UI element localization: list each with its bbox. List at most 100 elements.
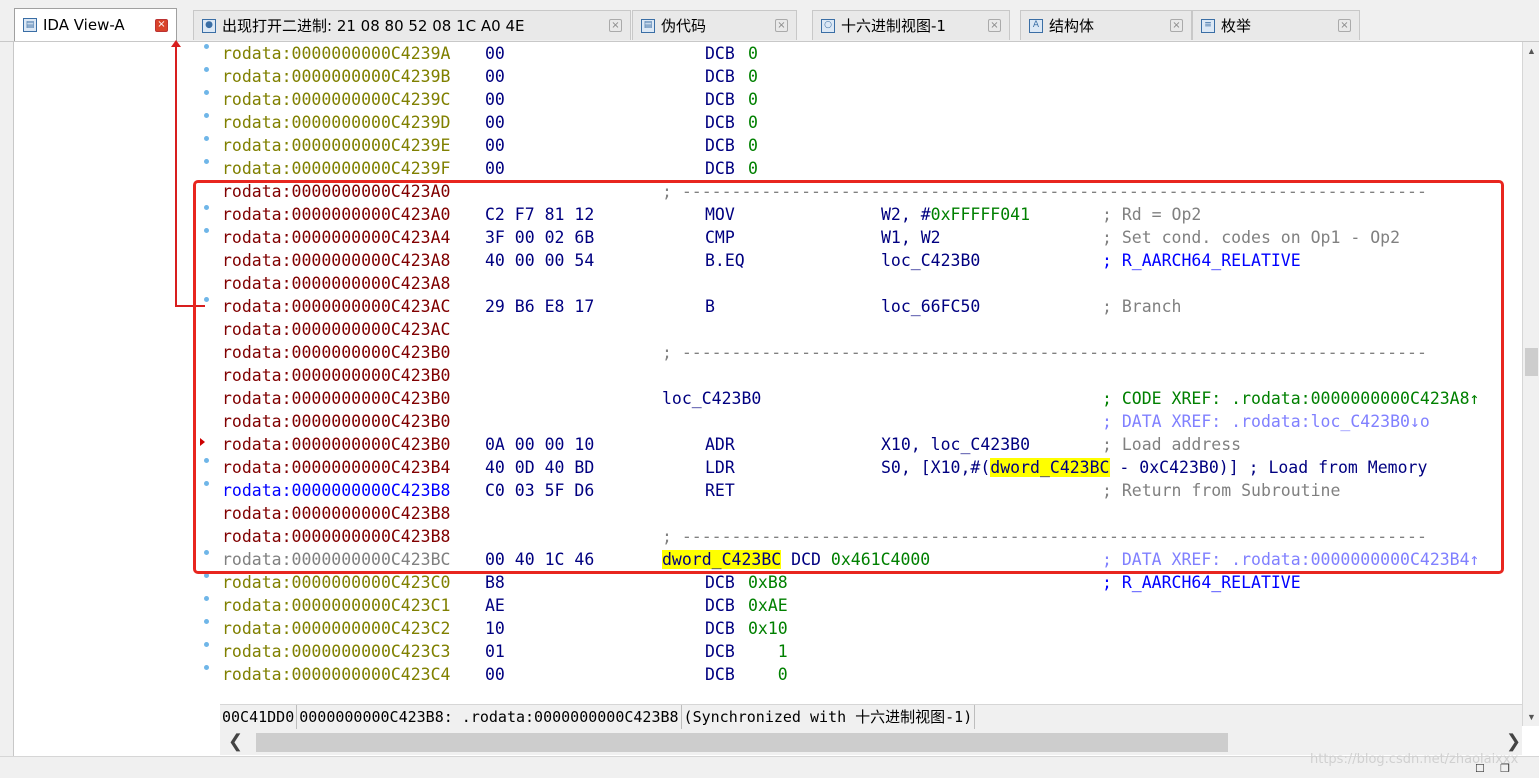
mnemonic: DCB — [705, 573, 735, 592]
listing-line[interactable]: rodata:0000000000C423A0 C2 F7 81 12 MOV W2,… — [220, 203, 1522, 226]
line-label[interactable]: loc_C423B0 — [662, 387, 761, 410]
listing-line[interactable]: rodata:0000000000C423A0 ; ---------------… — [220, 180, 1522, 203]
mnemonic: DCB — [705, 44, 735, 63]
breakpoint-dot-icon[interactable] — [204, 90, 209, 95]
close-icon[interactable]: × — [1170, 19, 1183, 32]
breakpoint-dot-icon[interactable] — [204, 665, 209, 670]
line-address: rodata:0000000000C423A0 — [222, 205, 451, 224]
tab-4[interactable]: A 结构体 × — [1020, 10, 1192, 40]
hex-view-icon: ○ — [821, 18, 835, 33]
breakpoint-dot-icon[interactable] — [204, 113, 209, 118]
listing-line[interactable]: rodata:0000000000C423B0 — [220, 364, 1522, 387]
listing-line[interactable]: rodata:0000000000C4239F 00 DCB 0 — [220, 157, 1522, 180]
listing-line[interactable]: rodata:0000000000C423AC — [220, 318, 1522, 341]
tab-5[interactable]: ≡ 枚举 × — [1192, 10, 1360, 40]
breakpoint-dot-icon[interactable] — [204, 458, 209, 463]
line-label[interactable]: dword_C423BC — [662, 550, 782, 569]
opcode-bytes: C0 03 5F D6 — [485, 481, 595, 500]
comment: ; Branch — [1102, 297, 1182, 316]
listing-line[interactable]: rodata:0000000000C423C0 B8 DCB 0xB8 ; R_AARC… — [220, 571, 1522, 594]
listing-line[interactable]: rodata:0000000000C423B4 40 0D 40 BD LDR S0,… — [220, 456, 1522, 479]
line-address: rodata:0000000000C423B0 — [222, 389, 451, 408]
tab-label: 结构体 — [1049, 17, 1095, 35]
listing-line[interactable]: rodata:0000000000C4239B 00 DCB 0 — [220, 65, 1522, 88]
comment: ; Load address — [1102, 435, 1242, 454]
scroll-right-icon[interactable]: ❯ — [1506, 731, 1521, 752]
close-icon[interactable]: × — [988, 19, 1001, 32]
listing-line[interactable]: rodata:0000000000C4239C 00 DCB 0 — [220, 88, 1522, 111]
restore-window-icon[interactable]: ☐ — [1475, 762, 1485, 775]
scroll-up-icon[interactable]: ▲ — [1525, 44, 1538, 58]
breakpoint-dot-icon[interactable] — [204, 619, 209, 624]
listing-line[interactable]: rodata:0000000000C4239A 00 DCB 0 — [220, 42, 1522, 65]
breakpoint-dot-icon[interactable] — [204, 205, 209, 210]
operand-immediate: 0x461C4000 — [830, 550, 931, 569]
breakpoint-dot-icon[interactable] — [204, 550, 209, 555]
listing-line[interactable]: rodata:0000000000C423A8 — [220, 272, 1522, 295]
operands: W1, W2 — [881, 228, 941, 247]
breakpoint-dot-icon[interactable] — [204, 67, 209, 72]
breakpoint-dot-icon[interactable] — [204, 481, 209, 486]
tab-0[interactable]: ▤ IDA View-A × — [14, 8, 177, 41]
operand-label[interactable]: dword_C423BC — [990, 458, 1110, 477]
listing-line[interactable]: rodata:0000000000C423B0 loc_C423B0 ; CODE … — [220, 387, 1522, 410]
breakpoint-dot-icon[interactable] — [204, 297, 209, 302]
listing-line[interactable]: rodata:0000000000C423B8 ; ---------------… — [220, 525, 1522, 548]
close-icon[interactable]: × — [155, 18, 168, 32]
tab-2[interactable]: ▤ 伪代码 × — [632, 10, 797, 40]
scroll-left-icon[interactable]: ❮ — [228, 731, 243, 752]
listing-line[interactable]: rodata:0000000000C423B8 C0 03 5F D6 RET ; R… — [220, 479, 1522, 502]
line-address: rodata:0000000000C423BC — [222, 550, 451, 569]
opcode-bytes: 00 — [485, 44, 505, 63]
listing-line[interactable]: rodata:0000000000C423A4 3F 00 02 6B CMP W1,… — [220, 226, 1522, 249]
close-icon[interactable]: × — [609, 19, 622, 32]
breakpoint-dot-icon[interactable] — [204, 596, 209, 601]
opcode-bytes: C2 F7 81 12 — [485, 205, 595, 224]
opcode-bytes: 01 — [485, 642, 505, 661]
listing-line[interactable]: rodata:0000000000C4239D 00 DCB 0 — [220, 111, 1522, 134]
listing-line[interactable]: rodata:0000000000C423C1 AE DCB 0xAE — [220, 594, 1522, 617]
breakpoint-dot-icon[interactable] — [204, 136, 209, 141]
close-icon[interactable]: × — [775, 19, 788, 32]
listing-line[interactable]: rodata:0000000000C423C4 00 DCB 0 — [220, 663, 1522, 686]
arrow-gutter — [14, 42, 219, 762]
operands: 0 — [748, 44, 758, 63]
line-address: rodata:0000000000C423C2 — [222, 619, 451, 638]
line-address: rodata:0000000000C423B0 — [222, 435, 451, 454]
listing-line[interactable]: rodata:0000000000C423BC 00 40 1C 46 dword_… — [220, 548, 1522, 571]
line-address: rodata:0000000000C423B8 — [222, 527, 451, 546]
tab-3[interactable]: ○ 十六进制视图-1 × — [812, 10, 1010, 40]
horizontal-scroll-thumb[interactable] — [256, 733, 1228, 752]
listing-line[interactable]: rodata:0000000000C423B0 ; DATA XREF: .rod… — [220, 410, 1522, 433]
listing-line[interactable]: rodata:0000000000C423B0 0A 00 00 10 ADR X10… — [220, 433, 1522, 456]
close-icon[interactable]: × — [1338, 19, 1351, 32]
vertical-scrollbar[interactable]: ▲ ▼ — [1522, 42, 1539, 726]
listing-line[interactable]: rodata:0000000000C423B8 — [220, 502, 1522, 525]
listing-line[interactable]: rodata:0000000000C423B0 ; ---------------… — [220, 341, 1522, 364]
opcode-bytes: B8 — [485, 573, 505, 592]
pseudocode-icon: ▤ — [641, 18, 655, 33]
breakpoint-dot-icon[interactable] — [204, 228, 209, 233]
mnemonic: LDR — [705, 458, 735, 477]
listing-line[interactable]: rodata:0000000000C423C2 10 DCB 0x10 — [220, 617, 1522, 640]
listing-line[interactable]: rodata:0000000000C423C3 01 DCB 1 — [220, 640, 1522, 663]
operands: loc_66FC50 — [881, 297, 981, 316]
disassembly-listing[interactable]: rodata:0000000000C4239A 00 DCB 0 rodata:0000… — [220, 42, 1522, 702]
vertical-scroll-thumb[interactable] — [1525, 348, 1538, 376]
tab-1[interactable]: ● 出现打开二进制: 21 08 80 52 08 1C A0 4E × — [193, 10, 631, 40]
breakpoint-dot-icon[interactable] — [204, 159, 209, 164]
breakpoint-dot-icon[interactable] — [204, 573, 209, 578]
maximize-window-icon[interactable]: ❐ — [1500, 762, 1510, 775]
listing-line[interactable]: rodata:0000000000C4239E 00 DCB 0 — [220, 134, 1522, 157]
operands: 0 — [748, 90, 758, 109]
listing-line[interactable]: rodata:0000000000C423A8 40 00 00 54 B.EQ lo… — [220, 249, 1522, 272]
mnemonic: B.EQ — [705, 251, 745, 270]
mnemonic: DCB — [705, 90, 735, 109]
scroll-down-icon[interactable]: ▼ — [1525, 710, 1538, 724]
breakpoint-dot-icon[interactable] — [204, 642, 209, 647]
watermark-text: https://blog.csdn.net/zhaolaixxx — [1310, 752, 1519, 767]
breakpoint-dot-icon[interactable] — [204, 44, 209, 49]
listing-line[interactable]: rodata:0000000000C423AC 29 B6 E8 17 Bloc_6… — [220, 295, 1522, 318]
enums-icon: ≡ — [1201, 18, 1215, 33]
breakpoint-dot-column — [200, 42, 214, 702]
